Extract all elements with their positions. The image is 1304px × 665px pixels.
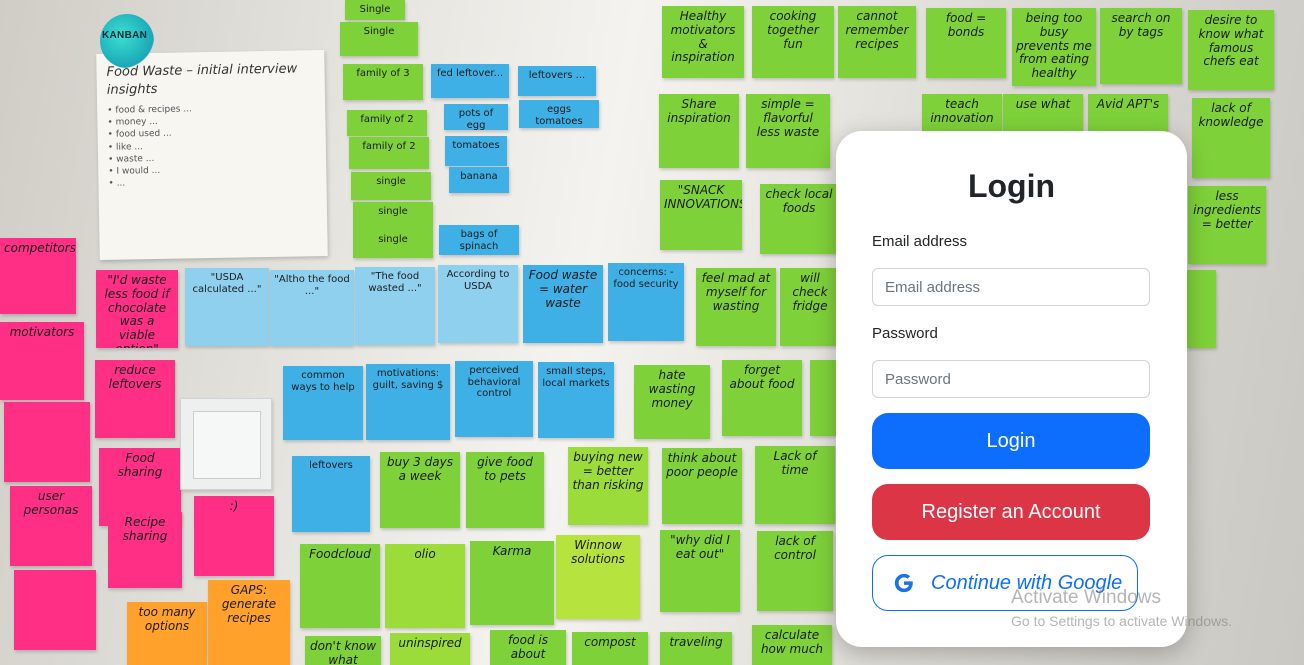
password-field[interactable] — [872, 360, 1150, 398]
windows-activation-watermark: Activate Windows Go to Settings to activ… — [1011, 587, 1232, 629]
email-field[interactable] — [872, 268, 1150, 306]
google-g-icon — [894, 573, 913, 593]
interview-insights-sheet: Food Waste – initial interview insights … — [96, 50, 328, 260]
email-label: Email address — [872, 233, 968, 250]
light-switch — [180, 398, 272, 490]
logo-text: KANBAN — [102, 30, 148, 41]
watermark-title: Activate Windows — [1011, 587, 1161, 608]
login-title: Login — [967, 168, 1056, 204]
watermark-subtitle: Go to Settings to activate Windows. — [1011, 613, 1232, 629]
register-button[interactable]: Register an Account — [872, 484, 1150, 540]
password-label: Password — [872, 325, 938, 342]
kanban-logo: KANBAN — [100, 14, 154, 68]
login-button[interactable]: Login — [872, 413, 1150, 469]
